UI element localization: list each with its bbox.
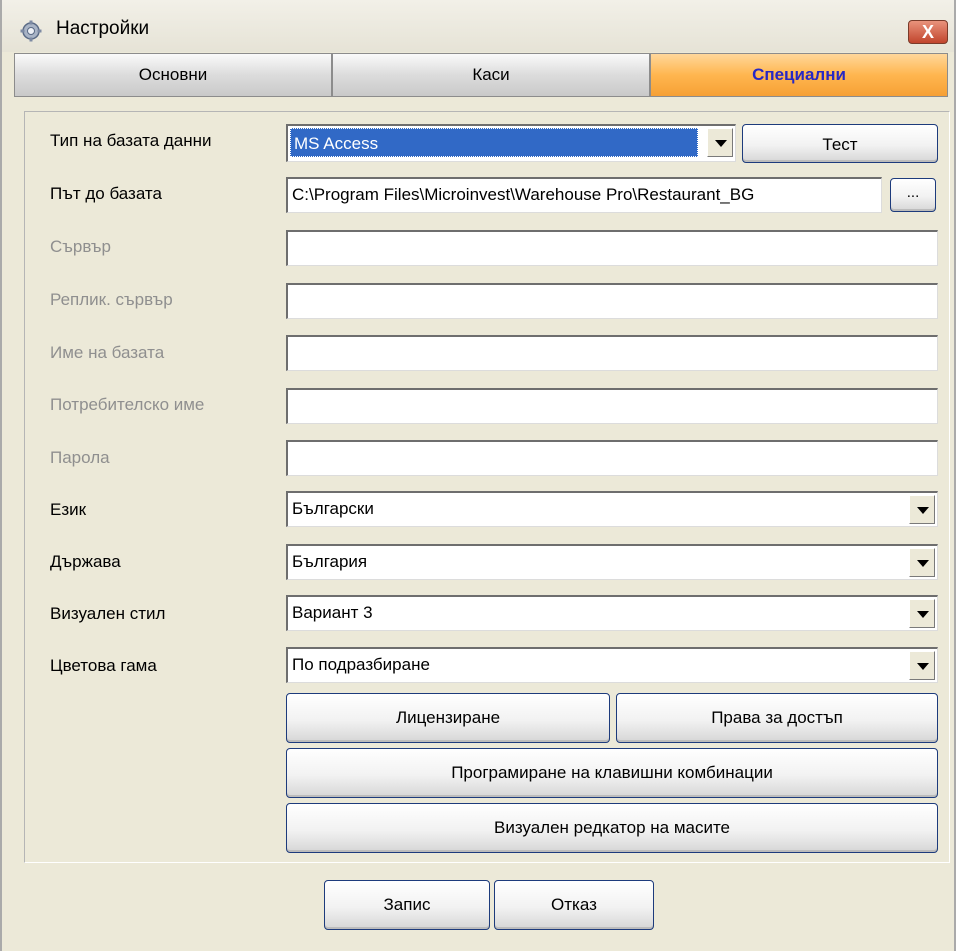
server-label: Сървър bbox=[50, 237, 111, 256]
db-name-label: Име на базата bbox=[50, 343, 165, 362]
country-label: Държава bbox=[50, 552, 121, 571]
password-field[interactable] bbox=[286, 440, 938, 476]
visual-style-select[interactable]: Вариант 3 bbox=[286, 595, 938, 631]
tab-special[interactable]: Специални bbox=[650, 53, 948, 97]
replica-server-field[interactable] bbox=[286, 283, 938, 319]
username-label: Потребителско име bbox=[50, 395, 205, 414]
db-type-value: MS Access bbox=[290, 128, 698, 157]
tab-bar: Основни Каси Специални bbox=[14, 53, 948, 99]
access-rights-button[interactable]: Права за достъп bbox=[616, 693, 938, 743]
table-editor-button[interactable]: Визуален редкатор на масите bbox=[286, 803, 938, 853]
db-name-field[interactable] bbox=[286, 335, 938, 371]
licensing-button[interactable]: Лицензиране bbox=[286, 693, 610, 743]
chevron-down-icon[interactable] bbox=[909, 599, 935, 628]
language-select[interactable]: Български bbox=[286, 491, 938, 527]
close-button[interactable]: X bbox=[908, 20, 948, 44]
color-scheme-value: По подразбиране bbox=[292, 655, 430, 674]
chevron-down-icon[interactable] bbox=[909, 495, 935, 524]
hotkeys-button[interactable]: Програмиране на клавишни комбинации bbox=[286, 748, 938, 798]
tab-registers[interactable]: Каси bbox=[332, 53, 650, 97]
chevron-down-icon[interactable] bbox=[707, 128, 733, 157]
tab-basic[interactable]: Основни bbox=[14, 53, 332, 97]
visual-style-value: Вариант 3 bbox=[292, 603, 373, 622]
chevron-down-icon[interactable] bbox=[909, 548, 935, 577]
settings-window: Настройки X Основни Каси Специални Тип н… bbox=[0, 0, 956, 951]
language-value: Български bbox=[292, 499, 374, 518]
gear-icon bbox=[20, 20, 42, 42]
window-title: Настройки bbox=[56, 18, 150, 39]
cancel-button[interactable]: Отказ bbox=[494, 880, 654, 930]
db-type-select[interactable]: MS Access bbox=[286, 124, 736, 162]
color-scheme-label: Цветова гама bbox=[50, 656, 157, 675]
password-label: Парола bbox=[50, 448, 110, 467]
db-path-field[interactable]: C:\Program Files\Microinvest\Warehouse P… bbox=[286, 177, 882, 213]
language-label: Език bbox=[50, 500, 87, 519]
db-type-label: Тип на базата данни bbox=[50, 131, 212, 150]
username-field[interactable] bbox=[286, 388, 938, 424]
server-field[interactable] bbox=[286, 230, 938, 266]
title-bar: Настройки X bbox=[2, 0, 954, 52]
country-value: България bbox=[292, 552, 368, 571]
save-button[interactable]: Запис bbox=[324, 880, 490, 930]
test-button[interactable]: Тест bbox=[742, 124, 938, 163]
country-select[interactable]: България bbox=[286, 544, 938, 580]
chevron-down-icon[interactable] bbox=[909, 651, 935, 680]
color-scheme-select[interactable]: По подразбиране bbox=[286, 647, 938, 683]
replica-server-label: Реплик. сървър bbox=[50, 290, 173, 309]
visual-style-label: Визуален стил bbox=[50, 604, 166, 623]
db-path-label: Път до базата bbox=[50, 184, 162, 203]
browse-button[interactable]: ... bbox=[890, 178, 936, 212]
db-path-value: C:\Program Files\Microinvest\Warehouse P… bbox=[292, 185, 755, 204]
